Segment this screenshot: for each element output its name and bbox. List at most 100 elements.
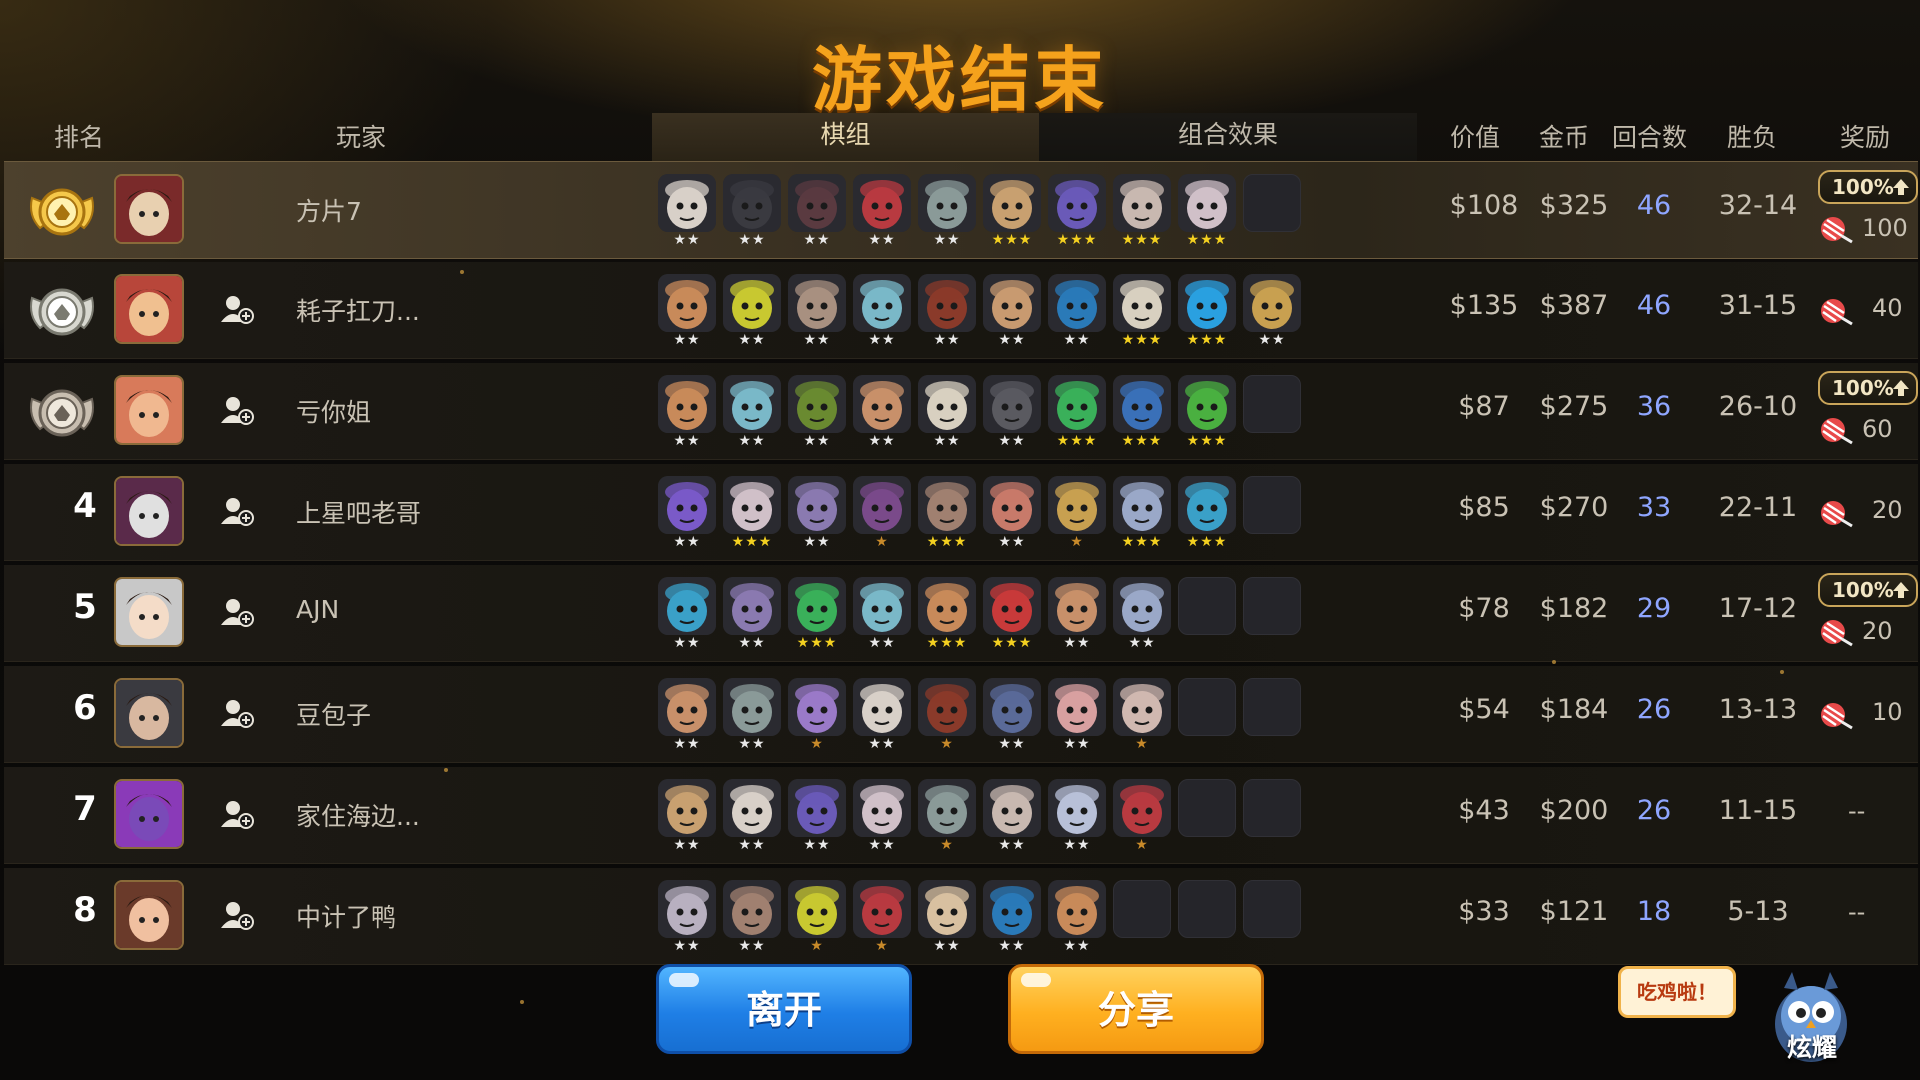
chess-piece[interactable]: ★★ — [658, 678, 716, 752]
avatar[interactable] — [114, 880, 184, 950]
value-text: $108 — [1449, 190, 1519, 221]
add-friend-icon[interactable] — [220, 294, 254, 324]
chess-piece[interactable]: ★★ — [983, 779, 1041, 853]
chess-piece[interactable]: ★★ — [658, 476, 716, 550]
tab-combo-effects[interactable]: 组合效果 — [1039, 113, 1417, 161]
chess-piece[interactable]: ★★ — [918, 174, 976, 248]
avatar[interactable] — [114, 375, 184, 445]
chess-piece[interactable]: ★★ — [788, 274, 846, 348]
chess-piece[interactable]: ★★★ — [1178, 476, 1236, 550]
avatar[interactable] — [114, 174, 184, 244]
chess-piece[interactable]: ★★★ — [1113, 274, 1171, 348]
chess-piece[interactable]: ★★ — [1048, 678, 1106, 752]
chess-piece[interactable]: ★★★ — [918, 476, 976, 550]
chess-piece[interactable]: ★ — [1048, 476, 1106, 550]
star-rating-icon: ★★ — [803, 837, 831, 853]
chess-piece[interactable]: ★★ — [983, 880, 1041, 954]
chess-piece[interactable]: ★★ — [1243, 274, 1301, 348]
add-friend-icon[interactable] — [220, 799, 254, 829]
header-gold: 金币 — [1539, 123, 1590, 152]
chess-piece[interactable]: ★★ — [1048, 274, 1106, 348]
chess-piece[interactable]: ★ — [853, 476, 911, 550]
avatar[interactable] — [114, 678, 184, 748]
lineup-pieces: ★★ ★★ ★★ ★★ — [658, 779, 1308, 859]
chess-piece[interactable]: ★ — [918, 779, 976, 853]
chess-piece[interactable]: ★ — [853, 880, 911, 954]
chess-piece[interactable]: ★★ — [983, 274, 1041, 348]
chess-piece[interactable]: ★★★ — [1178, 274, 1236, 348]
chess-piece[interactable]: ★★ — [853, 274, 911, 348]
chess-piece[interactable]: ★ — [918, 678, 976, 752]
add-friend-icon[interactable] — [220, 496, 254, 526]
chess-piece[interactable]: ★★ — [788, 375, 846, 449]
chess-piece[interactable]: ★★ — [1113, 577, 1171, 651]
record-text: 22-11 — [1718, 492, 1798, 523]
chess-piece[interactable]: ★★ — [918, 274, 976, 348]
chess-piece[interactable]: ★★ — [658, 880, 716, 954]
chess-piece[interactable]: ★★ — [853, 779, 911, 853]
leave-button[interactable]: 离开 — [656, 964, 912, 1054]
chess-piece[interactable]: ★★★ — [1113, 174, 1171, 248]
reward: 100% 60 — [1818, 371, 1918, 451]
chess-piece[interactable]: ★★★ — [983, 174, 1041, 248]
chess-piece[interactable]: ★ — [788, 678, 846, 752]
chess-piece[interactable]: ★★ — [983, 678, 1041, 752]
share-button[interactable]: 分享 — [1008, 964, 1264, 1054]
chess-piece[interactable]: ★ — [1113, 779, 1171, 853]
chess-piece[interactable]: ★★ — [853, 375, 911, 449]
avatar[interactable] — [114, 476, 184, 546]
chess-piece[interactable]: ★★ — [658, 779, 716, 853]
chess-piece[interactable]: ★★★ — [1048, 174, 1106, 248]
chess-piece[interactable]: ★★★ — [983, 577, 1041, 651]
chess-piece[interactable]: ★★ — [918, 880, 976, 954]
avatar[interactable] — [114, 779, 184, 849]
add-friend-icon[interactable] — [220, 698, 254, 728]
add-friend-icon[interactable] — [220, 597, 254, 627]
chess-piece[interactable]: ★★ — [853, 577, 911, 651]
chess-piece[interactable]: ★★★ — [788, 577, 846, 651]
chess-piece[interactable]: ★★ — [983, 375, 1041, 449]
chess-piece[interactable]: ★★ — [723, 577, 781, 651]
avatar[interactable] — [114, 577, 184, 647]
chess-piece[interactable]: ★★★ — [1178, 174, 1236, 248]
boost-badge: 100% — [1818, 573, 1918, 607]
chess-piece[interactable]: ★ — [788, 880, 846, 954]
candy-icon — [1818, 617, 1854, 647]
chess-piece[interactable]: ★★ — [918, 375, 976, 449]
chess-piece[interactable]: ★★ — [788, 174, 846, 248]
chess-piece[interactable]: ★★ — [788, 779, 846, 853]
chess-piece[interactable]: ★★ — [658, 274, 716, 348]
chess-piece[interactable]: ★★ — [723, 779, 781, 853]
chess-piece[interactable]: ★★ — [658, 577, 716, 651]
chess-piece[interactable]: ★★ — [723, 274, 781, 348]
chess-piece[interactable]: ★★ — [788, 476, 846, 550]
up-arrow-icon — [1893, 582, 1909, 598]
chess-piece[interactable]: ★★ — [1048, 779, 1106, 853]
chess-piece[interactable]: ★★ — [1048, 577, 1106, 651]
chess-piece[interactable]: ★★ — [658, 375, 716, 449]
chess-piece[interactable]: ★★ — [723, 678, 781, 752]
chess-piece[interactable]: ★★ — [853, 174, 911, 248]
chess-piece[interactable]: ★★★ — [723, 476, 781, 550]
chess-piece[interactable]: ★★ — [658, 174, 716, 248]
chess-piece[interactable]: ★★ — [853, 678, 911, 752]
star-rating-icon: ★★ — [868, 332, 896, 348]
chess-piece-portrait — [983, 476, 1041, 534]
chess-piece[interactable]: ★★★ — [918, 577, 976, 651]
chess-piece[interactable]: ★★★ — [1048, 375, 1106, 449]
show-off-label[interactable]: 炫耀 — [1774, 1028, 1850, 1064]
avatar[interactable] — [114, 274, 184, 344]
chess-piece[interactable]: ★★ — [1048, 880, 1106, 954]
chess-piece[interactable]: ★★ — [983, 476, 1041, 550]
chess-piece[interactable]: ★★ — [723, 375, 781, 449]
chess-piece[interactable]: ★★★ — [1113, 476, 1171, 550]
tab-lineup[interactable]: 棋组 — [652, 113, 1039, 164]
chess-piece[interactable]: ★★ — [723, 174, 781, 248]
chess-piece[interactable]: ★★★ — [1178, 375, 1236, 449]
chess-piece-portrait — [658, 476, 716, 534]
chess-piece[interactable]: ★★★ — [1113, 375, 1171, 449]
add-friend-icon[interactable] — [220, 395, 254, 425]
add-friend-icon[interactable] — [220, 900, 254, 930]
chess-piece[interactable]: ★ — [1113, 678, 1171, 752]
chess-piece[interactable]: ★★ — [723, 880, 781, 954]
